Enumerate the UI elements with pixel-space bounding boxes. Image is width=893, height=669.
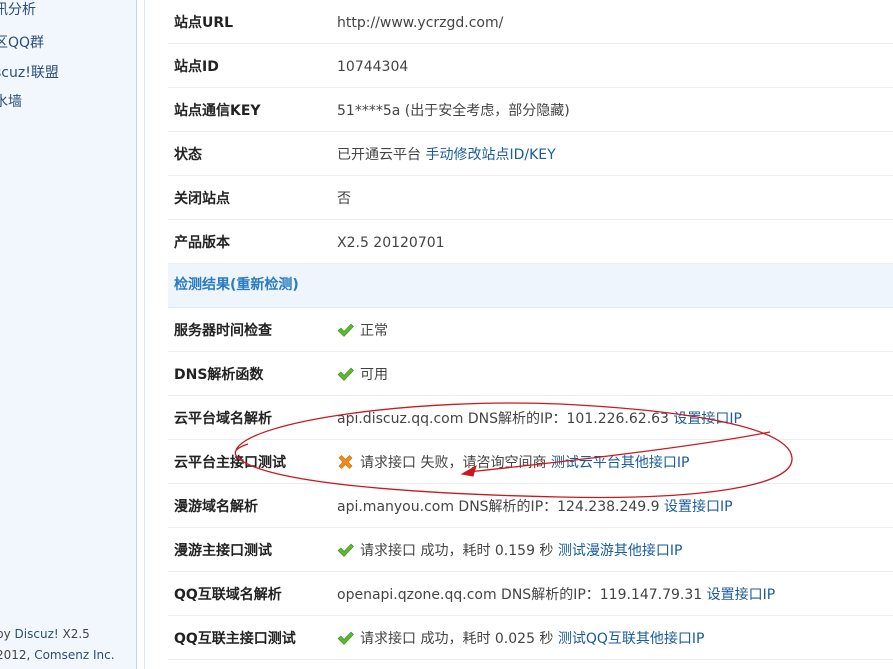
table-row: 关闭站点 否	[168, 176, 893, 220]
row-label: 状态	[174, 147, 202, 163]
copyright-line: 2012, Comsenz Inc.	[0, 645, 115, 666]
row-label: 服务器时间检查	[174, 323, 272, 339]
row-value-text: 否	[337, 191, 351, 207]
table-row: 漫游主接口测试 请求接口 成功，耗时 0.159 秒 测试漫游其他接口IP	[168, 528, 893, 572]
row-value: api.discuz.qq.com DNS解析的IP：101.226.62.63…	[337, 396, 742, 442]
row-value-text: X2.5 20120701	[337, 235, 445, 251]
discuz-link[interactable]: Discuz!	[15, 627, 59, 641]
row-value: openapi.qzone.qq.com DNS解析的IP：119.147.79…	[337, 572, 775, 618]
row-value: X2.5 20120701	[337, 220, 445, 266]
comsenz-link[interactable]: Comsenz Inc.	[34, 648, 114, 662]
row-value-text: 已开通云平台	[337, 147, 421, 163]
row-label: 云平台主接口测试	[174, 455, 286, 471]
row-value-text: api.manyou.com DNS解析的IP：124.238.249.9	[337, 499, 660, 515]
table-row: 云平台域名解析 api.discuz.qq.com DNS解析的IP：101.22…	[168, 396, 893, 440]
row-label: QQ互联主接口测试	[174, 631, 296, 647]
row-label: 云平台域名解析	[174, 411, 272, 427]
table-row: 站点通信KEY 51****5a (出于安全考虑，部分隐藏)	[168, 88, 893, 132]
powered-by-line: by Discuz! X2.5	[0, 624, 115, 645]
check-icon	[337, 631, 354, 645]
table-row: 站点URL http://www.ycrzgd.com/	[168, 0, 893, 44]
row-label: QQ互联域名解析	[174, 587, 282, 603]
table-row: 云平台主接口测试 请求接口 失败，请咨询空间商 测试云平台其他接口IP	[168, 440, 893, 484]
row-label: 站点URL	[174, 15, 234, 31]
site-info-table: 站点URL http://www.ycrzgd.com/站点ID 10744304 站…	[168, 0, 893, 264]
table-row: 服务器时间检查 正常	[168, 308, 893, 352]
row-value-text: 请求接口 失败，请咨询空间商	[360, 455, 547, 471]
table-row: 产品版本 X2.5 20120701	[168, 220, 893, 264]
row-label: DNS解析函数	[174, 367, 264, 383]
cloud-platform-diagnostics-page: 讯分析 区QQ群 scuz!联盟 水墙 by Discuz! X2.5 2012…	[0, 0, 893, 669]
check-results-table: 服务器时间检查 正常 DNS解析函数 可用云平台域名解析 api.discuz.qq.c…	[168, 308, 893, 660]
row-value: 请求接口 失败，请咨询空间商 测试云平台其他接口IP	[337, 440, 689, 486]
row-action-link[interactable]: 手动修改站点ID/KEY	[425, 147, 555, 163]
copyright-year: 2012,	[0, 648, 31, 662]
row-value: 51****5a (出于安全考虑，部分隐藏)	[337, 88, 570, 134]
sidebar-item-analytics[interactable]: 讯分析	[0, 0, 59, 30]
row-value: api.manyou.com DNS解析的IP：124.238.249.9 设置…	[337, 484, 733, 530]
check-icon	[337, 367, 354, 381]
row-label: 关闭站点	[174, 191, 230, 207]
sidebar-nav: 讯分析 区QQ群 scuz!联盟 水墙	[0, 0, 59, 122]
row-value-text: 可用	[360, 367, 388, 383]
row-label: 漫游域名解析	[174, 499, 258, 515]
row-value: 请求接口 成功，耗时 0.025 秒 测试QQ互联其他接口IP	[337, 616, 705, 662]
check-icon	[337, 323, 354, 337]
sidebar-item-wall[interactable]: 水墙	[0, 92, 59, 122]
row-value-text: http://www.ycrzgd.com/	[337, 15, 504, 31]
row-value-text: openapi.qzone.qq.com DNS解析的IP：119.147.79…	[337, 587, 703, 603]
sidebar: 讯分析 区QQ群 scuz!联盟 水墙 by Discuz! X2.5 2012…	[0, 0, 137, 669]
table-row: QQ互联域名解析 openapi.qzone.qq.com DNS解析的IP：11…	[168, 572, 893, 616]
row-action-link[interactable]: 设置接口IP	[707, 587, 776, 603]
sidebar-footer: by Discuz! X2.5 2012, Comsenz Inc.	[0, 624, 115, 666]
row-label: 站点ID	[174, 59, 219, 75]
row-action-link[interactable]: 测试云平台其他接口IP	[551, 455, 690, 471]
table-row: 站点ID 10744304	[168, 44, 893, 88]
table-row: QQ互联主接口测试 请求接口 成功，耗时 0.025 秒 测试QQ互联其他接口IP	[168, 616, 893, 660]
row-value-text: 51****5a (出于安全考虑，部分隐藏)	[337, 103, 570, 119]
row-action-link[interactable]: 设置接口IP	[664, 499, 733, 515]
row-label: 漫游主接口测试	[174, 543, 272, 559]
sidebar-gutter	[137, 0, 145, 669]
table-row: 漫游域名解析 api.manyou.com DNS解析的IP：124.238.24…	[168, 484, 893, 528]
row-action-link[interactable]: 测试漫游其他接口IP	[558, 543, 683, 559]
row-value: http://www.ycrzgd.com/	[337, 0, 503, 46]
row-label: 产品版本	[174, 235, 230, 251]
row-value: 正常	[337, 308, 388, 354]
check-icon	[337, 543, 354, 557]
table-row: 状态 已开通云平台 手动修改站点ID/KEY	[168, 132, 893, 176]
row-label: 站点通信KEY	[174, 103, 261, 119]
powered-prefix: by	[0, 627, 11, 641]
row-value: 请求接口 成功，耗时 0.159 秒 测试漫游其他接口IP	[337, 528, 682, 574]
row-value: 可用	[337, 352, 388, 398]
sidebar-item-qq-group[interactable]: 区QQ群	[0, 33, 59, 63]
row-value-text: 请求接口 成功，耗时 0.159 秒	[360, 543, 554, 559]
row-value: 否	[337, 176, 351, 222]
row-value: 已开通云平台 手动修改站点ID/KEY	[337, 132, 556, 178]
row-value-text: api.discuz.qq.com DNS解析的IP：101.226.62.63	[337, 411, 669, 427]
row-value-text: 正常	[360, 323, 388, 339]
sidebar-item-discuz-union[interactable]: scuz!联盟	[0, 63, 59, 93]
row-value-text: 请求接口 成功，耗时 0.025 秒	[360, 631, 554, 647]
row-value-text: 10744304	[337, 59, 409, 75]
row-value: 10744304	[337, 44, 408, 90]
row-action-link[interactable]: 设置接口IP	[673, 411, 742, 427]
check-section-title[interactable]: 检测结果(重新检测)	[174, 264, 299, 306]
check-section-header: 检测结果(重新检测)	[168, 264, 893, 308]
version-text: X2.5	[62, 627, 90, 641]
main-content: 站点URL http://www.ycrzgd.com/站点ID 10744304 站…	[168, 0, 893, 660]
cross-icon	[338, 455, 353, 469]
table-row: DNS解析函数 可用	[168, 352, 893, 396]
row-action-link[interactable]: 测试QQ互联其他接口IP	[558, 631, 705, 647]
